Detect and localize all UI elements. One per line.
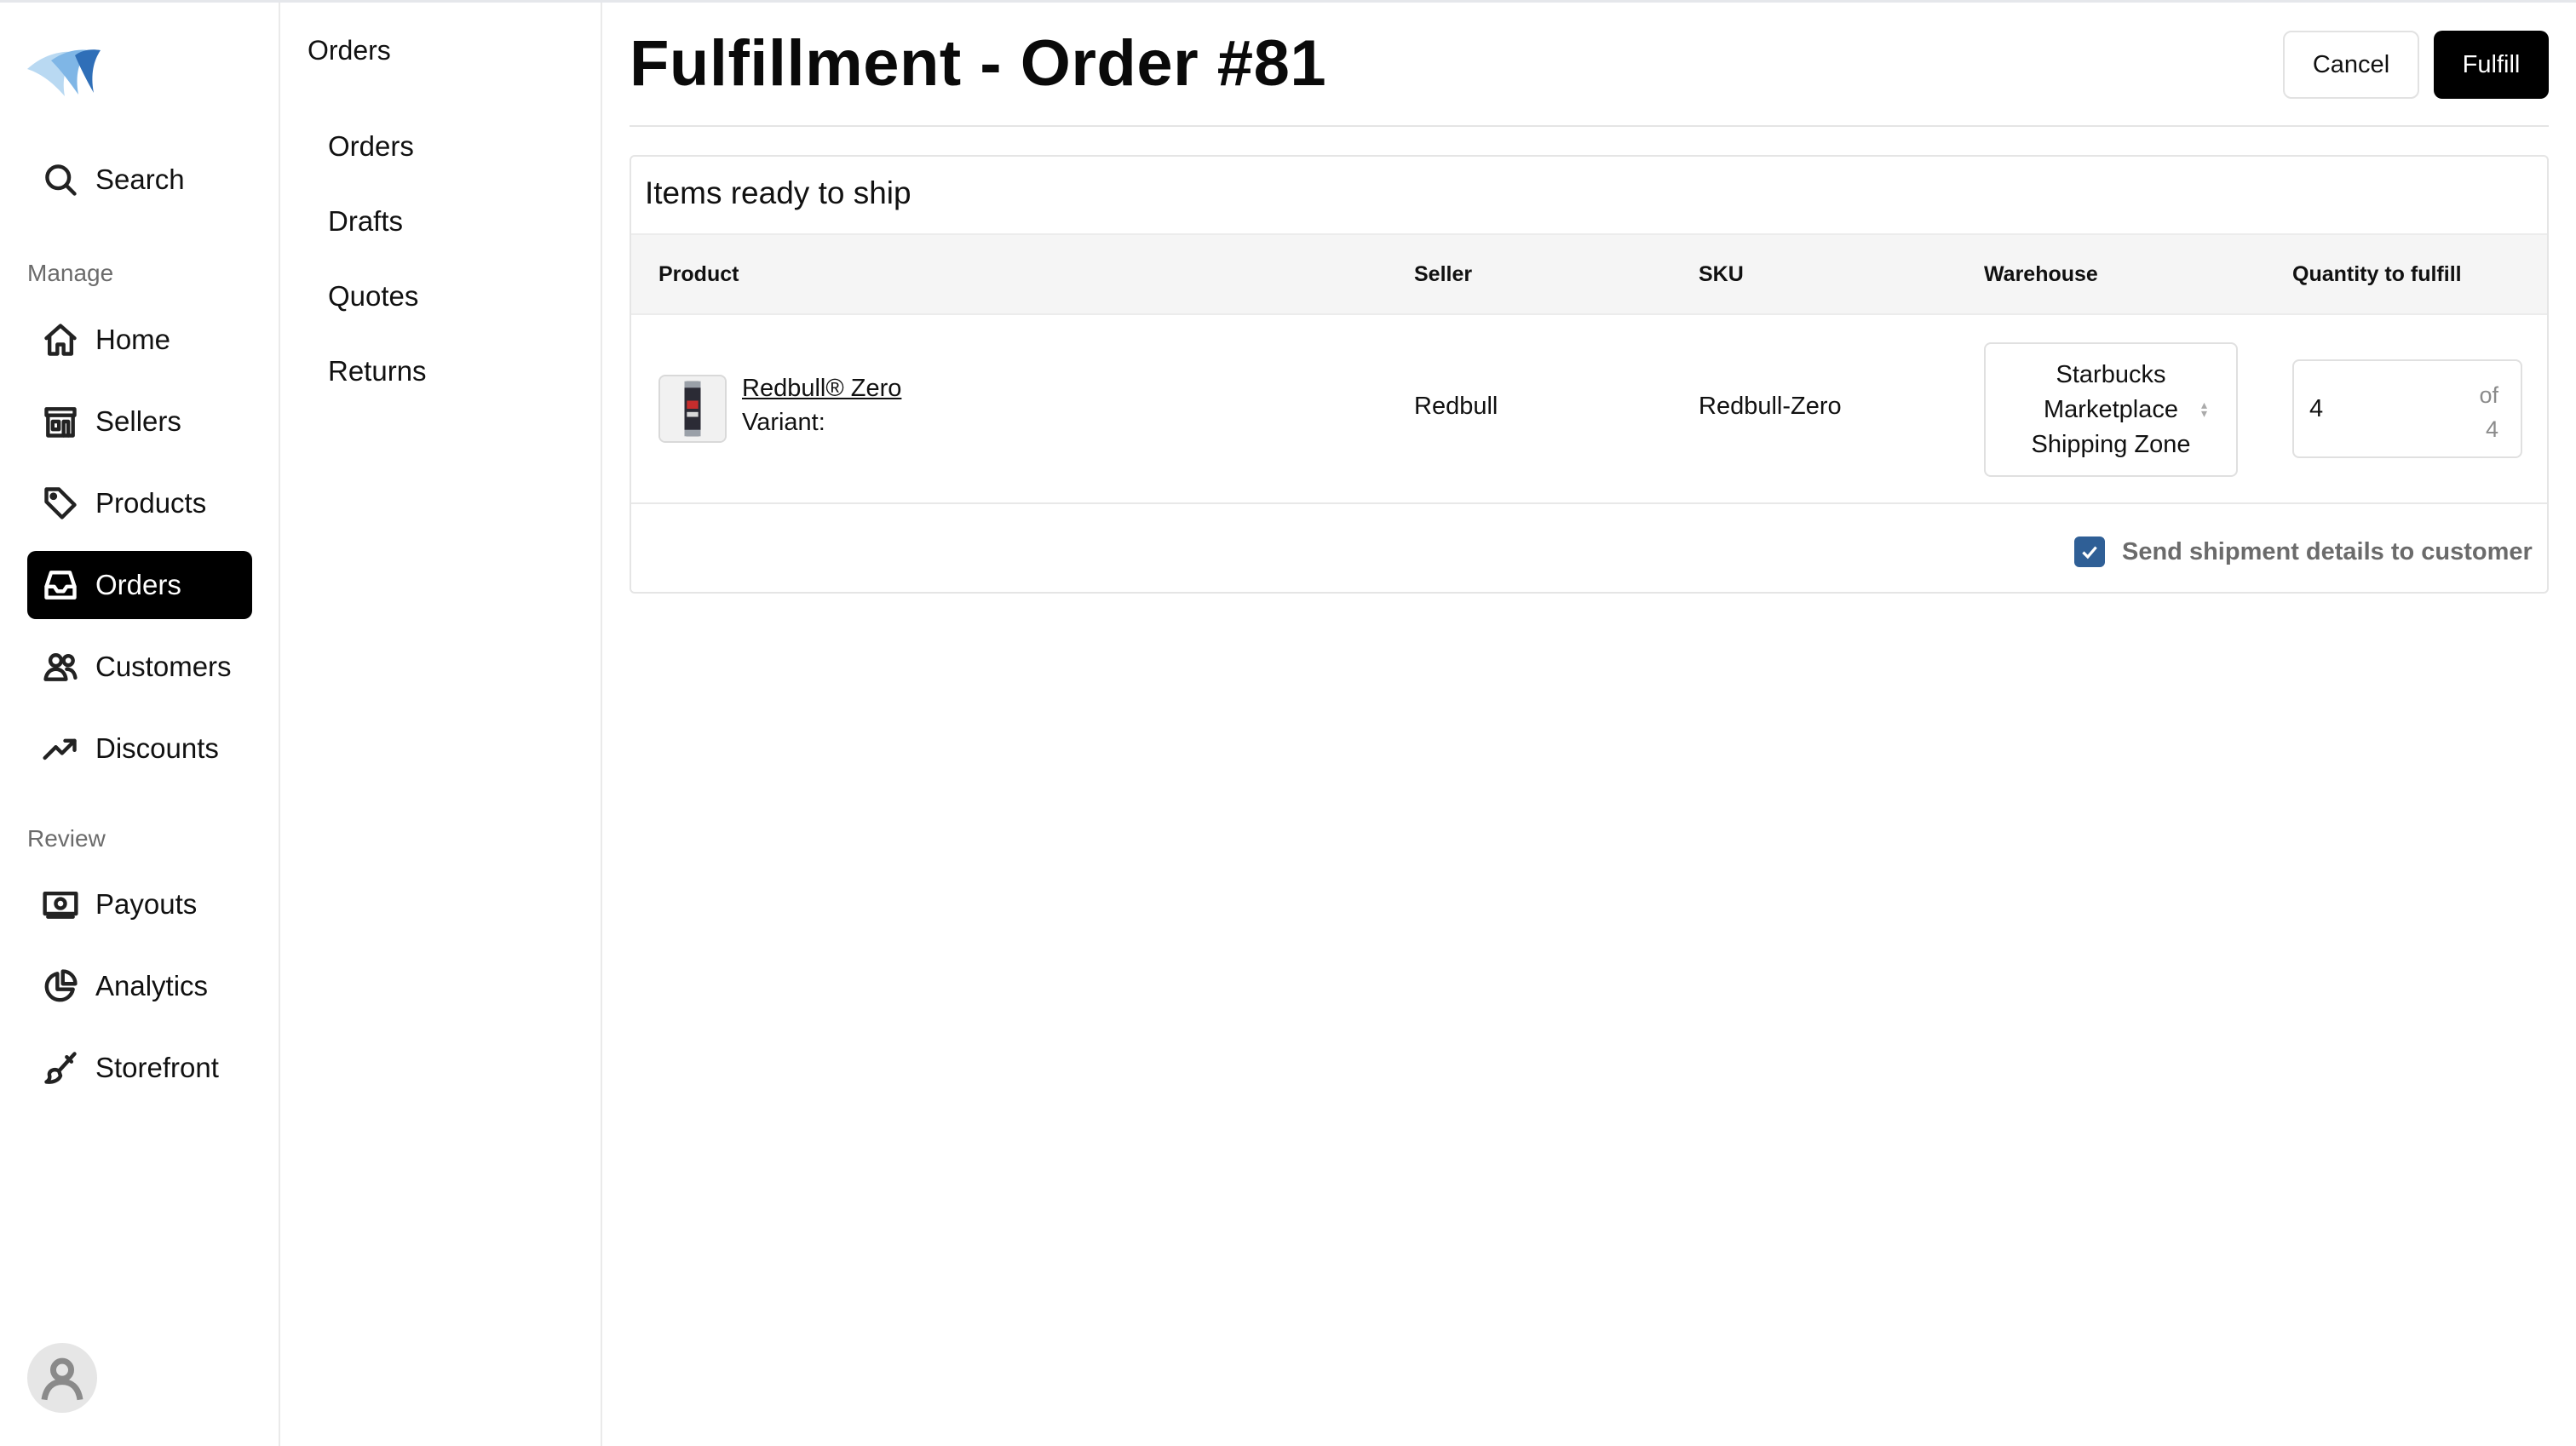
sidebar-item-sellers[interactable]: Sellers [27, 387, 252, 456]
card-title: Items ready to ship [645, 175, 911, 210]
search-button[interactable]: Search [27, 146, 252, 214]
send-details-label[interactable]: Send shipment details to customer [2122, 538, 2533, 566]
sidebar-item-label: Home [95, 324, 171, 355]
divider [630, 125, 2549, 127]
users-icon [41, 647, 80, 686]
section-label-manage: Manage [27, 260, 114, 286]
app-logo-icon[interactable] [26, 43, 104, 105]
subnav-item-returns[interactable]: Returns [328, 355, 427, 387]
fulfill-button[interactable]: Fulfill [2434, 31, 2549, 99]
product-thumbnail [658, 375, 727, 443]
sidebar-item-label: Orders [95, 569, 181, 600]
column-header-sku: SKU [1699, 262, 1744, 286]
sku-cell: Redbull-Zero [1699, 393, 1842, 420]
quantity-value: 4 [2309, 395, 2324, 422]
sidebar-item-orders[interactable]: Orders [27, 551, 252, 619]
seller-cell: Redbull [1414, 393, 1498, 420]
table-row: Redbull® Zero Variant: Redbull Redbull-Z… [631, 315, 2547, 504]
subnav-item-orders[interactable]: Orders [328, 130, 414, 163]
sidebar-item-label: Storefront [95, 1052, 219, 1083]
sidebar-item-products[interactable]: Products [27, 469, 252, 537]
sidebar-item-home[interactable]: Home [27, 306, 252, 374]
sidebar-item-label: Payouts [95, 888, 198, 920]
sidebar-item-label: Discounts [95, 732, 219, 764]
send-details-checkbox[interactable] [2074, 537, 2105, 567]
sidebar-item-label: Sellers [95, 405, 181, 437]
sidebar-item-storefront[interactable]: Storefront [27, 1034, 252, 1102]
select-chevron-icon: ▴ ▾ [2200, 398, 2207, 420]
user-avatar[interactable] [27, 1343, 97, 1413]
tag-icon [41, 484, 80, 523]
subnav-item-quotes[interactable]: Quotes [328, 280, 418, 313]
sidebar-item-label: Products [95, 487, 207, 519]
sidebar-item-label: Customers [95, 651, 232, 682]
subnav-item-drafts[interactable]: Drafts [328, 205, 403, 238]
sidebar-item-analytics[interactable]: Analytics [27, 952, 252, 1020]
section-label-review: Review [27, 825, 106, 852]
user-icon [41, 1357, 83, 1401]
search-label: Search [95, 164, 185, 195]
sidebar-item-payouts[interactable]: Payouts [27, 870, 252, 938]
warehouse-select[interactable]: Starbucks Marketplace Shipping Zone ▴ ▾ [1984, 342, 2238, 477]
quantity-input[interactable]: 4 of 4 [2292, 359, 2522, 458]
column-header-warehouse: Warehouse [1984, 262, 2098, 286]
pie-chart-icon [41, 967, 80, 1006]
store-icon [41, 402, 80, 441]
banknote-icon [41, 885, 80, 924]
column-header-seller: Seller [1414, 262, 1473, 286]
primary-sidebar: Search Manage Home Sellers Products Orde… [0, 3, 280, 1446]
home-icon [41, 320, 80, 359]
table-header: Product Seller SKU Warehouse Quantity to… [631, 233, 2547, 315]
quantity-of-label: of [2479, 382, 2498, 408]
secondary-sidebar: Orders Orders Drafts Quotes Returns [282, 3, 602, 1446]
sidebar-item-customers[interactable]: Customers [27, 633, 252, 701]
cancel-button[interactable]: Cancel [2283, 31, 2419, 99]
sidebar-item-discounts[interactable]: Discounts [27, 714, 252, 783]
product-link[interactable]: Redbull® Zero [742, 375, 901, 403]
brush-icon [41, 1048, 80, 1087]
inbox-icon [41, 565, 80, 605]
product-variant: Variant: [742, 409, 825, 436]
warehouse-value: Starbucks Marketplace Shipping Zone [2031, 360, 2191, 458]
column-header-quantity: Quantity to fulfill [2292, 262, 2462, 286]
column-header-product: Product [658, 262, 739, 286]
checkmark-icon [2082, 546, 2097, 559]
search-icon [41, 160, 80, 199]
items-card: Items ready to ship Product Seller SKU W… [630, 155, 2549, 594]
quantity-total: of 4 [2479, 378, 2498, 446]
page-title: Fulfillment - Order #81 [630, 27, 1327, 100]
sidebar-item-label: Analytics [95, 970, 209, 1001]
quantity-total-value: 4 [2485, 416, 2498, 442]
trending-up-icon [41, 729, 80, 768]
subnav-title: Orders [308, 35, 391, 66]
